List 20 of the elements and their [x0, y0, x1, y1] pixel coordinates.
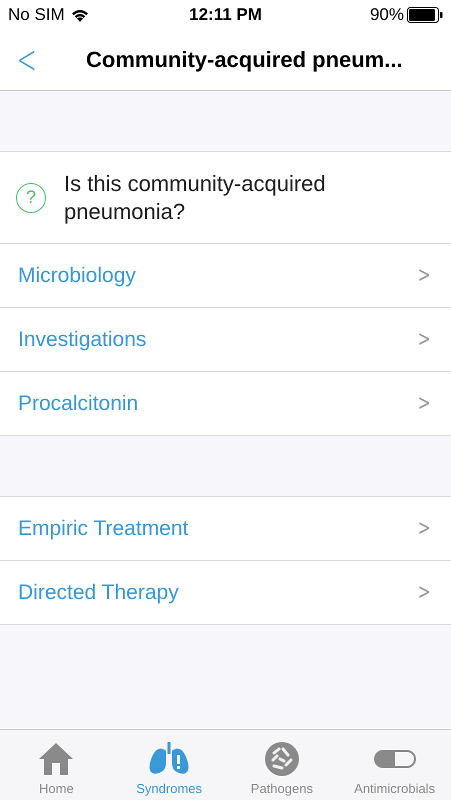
tab-item[interactable]: Antimicrobials	[338, 730, 451, 800]
house-icon	[38, 741, 74, 777]
wifi-icon	[70, 8, 89, 22]
battery-icon	[407, 7, 443, 23]
battery-percent: 90%	[370, 5, 404, 25]
bacteria-icon	[264, 741, 300, 777]
screen-title: Community-acquired pneum...	[86, 47, 403, 73]
list-item[interactable]: Empiric Treatment >	[0, 497, 451, 561]
tab-item[interactable]: Pathogens	[226, 730, 338, 800]
list-item[interactable]: Procalcitonin >	[0, 372, 451, 436]
list-item[interactable]: Directed Therapy >	[0, 561, 451, 625]
help-icon: ?	[16, 182, 46, 212]
clock-time: 12:11 PM	[189, 5, 262, 25]
back-button[interactable]: <	[13, 37, 40, 83]
question-text: Is this community-acquired pneumonia?	[64, 170, 327, 226]
list-item[interactable]: Microbiology >	[0, 244, 451, 308]
tab-item[interactable]: Home	[0, 730, 113, 800]
tab-item[interactable]: Syndromes	[112, 730, 226, 800]
carrier-name: No SIM	[8, 5, 65, 25]
list-item[interactable]: Investigations >	[0, 308, 451, 372]
